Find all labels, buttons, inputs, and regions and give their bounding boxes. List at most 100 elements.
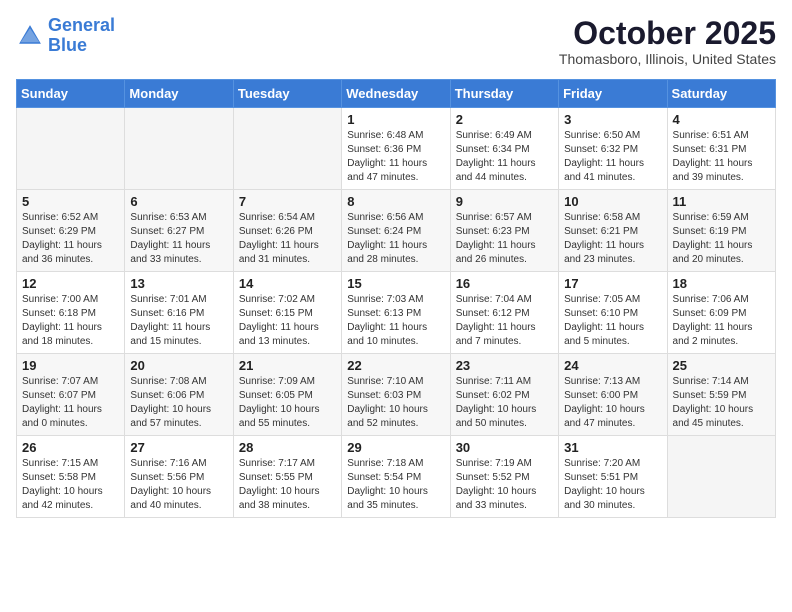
- day-cell: 24 Sunrise: 7:13 AM Sunset: 6:00 PM Dayli…: [559, 354, 667, 436]
- day-info: Sunrise: 7:06 AM Sunset: 6:09 PM Dayligh…: [673, 293, 770, 349]
- day-info: Sunrise: 7:05 AM Sunset: 6:10 PM Dayligh…: [564, 293, 661, 349]
- day-cell: 30 Sunrise: 7:19 AM Sunset: 5:52 PM Dayli…: [450, 436, 558, 518]
- week-row-5: 26 Sunrise: 7:15 AM Sunset: 5:58 PM Dayli…: [17, 436, 776, 518]
- weekday-friday: Friday: [559, 80, 667, 108]
- day-number: 9: [456, 194, 553, 209]
- day-info: Sunrise: 7:17 AM Sunset: 5:55 PM Dayligh…: [239, 457, 336, 513]
- day-info: Sunrise: 7:20 AM Sunset: 5:51 PM Dayligh…: [564, 457, 661, 513]
- day-number: 14: [239, 276, 336, 291]
- day-number: 25: [673, 358, 770, 373]
- weekday-tuesday: Tuesday: [233, 80, 341, 108]
- day-info: Sunrise: 7:08 AM Sunset: 6:06 PM Dayligh…: [130, 375, 227, 431]
- weekday-sunday: Sunday: [17, 80, 125, 108]
- day-cell: 18 Sunrise: 7:06 AM Sunset: 6:09 PM Dayli…: [667, 272, 775, 354]
- day-info: Sunrise: 6:51 AM Sunset: 6:31 PM Dayligh…: [673, 129, 770, 185]
- day-info: Sunrise: 7:03 AM Sunset: 6:13 PM Dayligh…: [347, 293, 444, 349]
- day-cell: [667, 436, 775, 518]
- day-cell: 16 Sunrise: 7:04 AM Sunset: 6:12 PM Dayli…: [450, 272, 558, 354]
- day-number: 2: [456, 112, 553, 127]
- day-cell: 7 Sunrise: 6:54 AM Sunset: 6:26 PM Daylig…: [233, 190, 341, 272]
- calendar-table: SundayMondayTuesdayWednesdayThursdayFrid…: [16, 79, 776, 518]
- day-cell: 13 Sunrise: 7:01 AM Sunset: 6:16 PM Dayli…: [125, 272, 233, 354]
- day-cell: 9 Sunrise: 6:57 AM Sunset: 6:23 PM Daylig…: [450, 190, 558, 272]
- day-info: Sunrise: 7:14 AM Sunset: 5:59 PM Dayligh…: [673, 375, 770, 431]
- day-info: Sunrise: 7:15 AM Sunset: 5:58 PM Dayligh…: [22, 457, 119, 513]
- day-info: Sunrise: 6:54 AM Sunset: 6:26 PM Dayligh…: [239, 211, 336, 267]
- day-number: 21: [239, 358, 336, 373]
- day-cell: 20 Sunrise: 7:08 AM Sunset: 6:06 PM Dayli…: [125, 354, 233, 436]
- day-cell: 10 Sunrise: 6:58 AM Sunset: 6:21 PM Dayli…: [559, 190, 667, 272]
- day-cell: 8 Sunrise: 6:56 AM Sunset: 6:24 PM Daylig…: [342, 190, 450, 272]
- day-cell: 28Sunrise: 7:17 AM Sunset: 5:55 PM Dayli…: [233, 436, 341, 518]
- location: Thomasboro, Illinois, United States: [559, 51, 776, 67]
- day-cell: 21 Sunrise: 7:09 AM Sunset: 6:05 PM Dayli…: [233, 354, 341, 436]
- logo-text: General Blue: [48, 16, 115, 56]
- day-cell: 19Sunrise: 7:07 AM Sunset: 6:07 PM Dayli…: [17, 354, 125, 436]
- day-info: Sunrise: 7:18 AM Sunset: 5:54 PM Dayligh…: [347, 457, 444, 513]
- day-cell: 6 Sunrise: 6:53 AM Sunset: 6:27 PM Daylig…: [125, 190, 233, 272]
- day-info: Sunrise: 6:56 AM Sunset: 6:24 PM Dayligh…: [347, 211, 444, 267]
- day-number: 8: [347, 194, 444, 209]
- day-info: Sunrise: 7:00 AM Sunset: 6:18 PM Dayligh…: [22, 293, 119, 349]
- day-number: 12: [22, 276, 119, 291]
- day-cell: [233, 108, 341, 190]
- day-cell: 29 Sunrise: 7:18 AM Sunset: 5:54 PM Dayli…: [342, 436, 450, 518]
- day-number: 16: [456, 276, 553, 291]
- weekday-header-row: SundayMondayTuesdayWednesdayThursdayFrid…: [17, 80, 776, 108]
- day-number: 31: [564, 440, 661, 455]
- day-number: 29: [347, 440, 444, 455]
- week-row-2: 5Sunrise: 6:52 AM Sunset: 6:29 PM Daylig…: [17, 190, 776, 272]
- day-cell: 12 Sunrise: 7:00 AM Sunset: 6:18 PM Dayli…: [17, 272, 125, 354]
- day-info: Sunrise: 7:04 AM Sunset: 6:12 PM Dayligh…: [456, 293, 553, 349]
- day-number: 18: [673, 276, 770, 291]
- day-number: 11: [673, 194, 770, 209]
- day-number: 4: [673, 112, 770, 127]
- day-info: Sunrise: 7:11 AM Sunset: 6:02 PM Dayligh…: [456, 375, 553, 431]
- week-row-1: 1Sunrise: 6:48 AM Sunset: 6:36 PM Daylig…: [17, 108, 776, 190]
- page-header: General Blue October 2025 Thomasboro, Il…: [16, 16, 776, 67]
- day-number: 6: [130, 194, 227, 209]
- day-cell: 5Sunrise: 6:52 AM Sunset: 6:29 PM Daylig…: [17, 190, 125, 272]
- calendar-body: 1Sunrise: 6:48 AM Sunset: 6:36 PM Daylig…: [17, 108, 776, 518]
- day-cell: 26 Sunrise: 7:15 AM Sunset: 5:58 PM Dayli…: [17, 436, 125, 518]
- day-info: Sunrise: 7:10 AM Sunset: 6:03 PM Dayligh…: [347, 375, 444, 431]
- day-number: 20: [130, 358, 227, 373]
- day-number: 7: [239, 194, 336, 209]
- day-number: 30: [456, 440, 553, 455]
- day-number: 10: [564, 194, 661, 209]
- logo: General Blue: [16, 16, 115, 56]
- day-info: Sunrise: 6:57 AM Sunset: 6:23 PM Dayligh…: [456, 211, 553, 267]
- day-info: Sunrise: 6:59 AM Sunset: 6:19 PM Dayligh…: [673, 211, 770, 267]
- month-title: October 2025: [559, 16, 776, 51]
- day-cell: 1Sunrise: 6:48 AM Sunset: 6:36 PM Daylig…: [342, 108, 450, 190]
- day-info: Sunrise: 7:16 AM Sunset: 5:56 PM Dayligh…: [130, 457, 227, 513]
- day-info: Sunrise: 6:52 AM Sunset: 6:29 PM Dayligh…: [22, 211, 119, 267]
- day-cell: 22 Sunrise: 7:10 AM Sunset: 6:03 PM Dayli…: [342, 354, 450, 436]
- day-info: Sunrise: 7:09 AM Sunset: 6:05 PM Dayligh…: [239, 375, 336, 431]
- day-info: Sunrise: 6:48 AM Sunset: 6:36 PM Dayligh…: [347, 129, 444, 185]
- day-cell: 14Sunrise: 7:02 AM Sunset: 6:15 PM Dayli…: [233, 272, 341, 354]
- day-info: Sunrise: 6:58 AM Sunset: 6:21 PM Dayligh…: [564, 211, 661, 267]
- day-number: 27: [130, 440, 227, 455]
- day-cell: 11 Sunrise: 6:59 AM Sunset: 6:19 PM Dayli…: [667, 190, 775, 272]
- day-info: Sunrise: 7:07 AM Sunset: 6:07 PM Dayligh…: [22, 375, 119, 431]
- day-number: 24: [564, 358, 661, 373]
- day-number: 13: [130, 276, 227, 291]
- day-cell: 15Sunrise: 7:03 AM Sunset: 6:13 PM Dayli…: [342, 272, 450, 354]
- day-number: 22: [347, 358, 444, 373]
- day-info: Sunrise: 7:19 AM Sunset: 5:52 PM Dayligh…: [456, 457, 553, 513]
- day-info: Sunrise: 6:53 AM Sunset: 6:27 PM Dayligh…: [130, 211, 227, 267]
- day-info: Sunrise: 7:13 AM Sunset: 6:00 PM Dayligh…: [564, 375, 661, 431]
- week-row-3: 12 Sunrise: 7:00 AM Sunset: 6:18 PM Dayli…: [17, 272, 776, 354]
- day-cell: 17Sunrise: 7:05 AM Sunset: 6:10 PM Dayli…: [559, 272, 667, 354]
- day-info: Sunrise: 7:01 AM Sunset: 6:16 PM Dayligh…: [130, 293, 227, 349]
- day-cell: 23 Sunrise: 7:11 AM Sunset: 6:02 PM Dayli…: [450, 354, 558, 436]
- title-block: October 2025 Thomasboro, Illinois, Unite…: [559, 16, 776, 67]
- day-cell: 25 Sunrise: 7:14 AM Sunset: 5:59 PM Dayli…: [667, 354, 775, 436]
- day-cell: 3Sunrise: 6:50 AM Sunset: 6:32 PM Daylig…: [559, 108, 667, 190]
- day-number: 23: [456, 358, 553, 373]
- week-row-4: 19Sunrise: 7:07 AM Sunset: 6:07 PM Dayli…: [17, 354, 776, 436]
- day-number: 26: [22, 440, 119, 455]
- weekday-thursday: Thursday: [450, 80, 558, 108]
- day-number: 3: [564, 112, 661, 127]
